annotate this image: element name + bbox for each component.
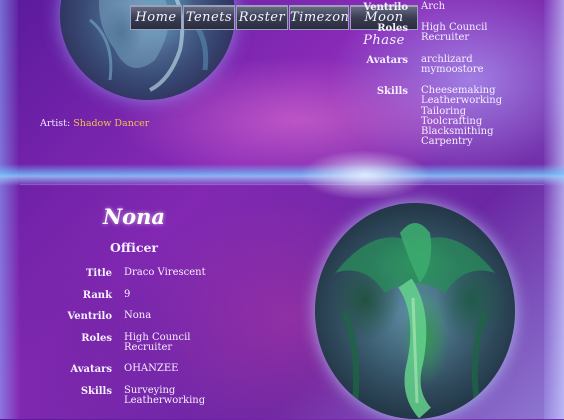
roles-label: Roles xyxy=(81,333,112,344)
title-value: Draco Virescent xyxy=(124,267,206,278)
divider-band xyxy=(0,164,564,186)
rank-label: Rank xyxy=(82,290,112,301)
nav-roster-button[interactable]: Roster xyxy=(236,5,288,30)
nav-timezones-button[interactable]: Timezones xyxy=(289,5,364,30)
skills-label: Skills xyxy=(80,386,112,397)
top-skills-value: Cheesemaking Leatherworking Tailoring To… xyxy=(421,85,502,148)
artist-label: Artist: xyxy=(40,118,71,129)
nav-home-button[interactable]: Home xyxy=(130,5,182,30)
top-roles-value: High Council Recruiter xyxy=(421,22,488,44)
title-label: Title xyxy=(85,268,112,279)
top-ventrilo-value: Arch xyxy=(421,1,446,12)
skill-item: Leatherworking xyxy=(124,395,206,407)
avatars-value: OHANZEE xyxy=(124,363,179,374)
ventrilo-label: Ventrilo xyxy=(67,311,112,322)
skills-value: Surveying Leatherworking xyxy=(124,385,206,407)
artist-credit: Artist: Shadow Dancer xyxy=(40,118,149,129)
top-role-item: Recruiter xyxy=(421,32,470,44)
rank-value: 9 xyxy=(124,289,131,300)
member-rank-title: Officer xyxy=(109,240,159,255)
top-ventrilo-label: Ventrilo xyxy=(363,2,408,13)
role-item: Recruiter xyxy=(124,342,173,354)
artist-name-link[interactable]: Shadow Dancer xyxy=(73,118,149,129)
avatars-label: Avatars xyxy=(70,364,112,375)
member-name: Nona xyxy=(102,204,166,229)
top-avatar-item: mymoostore xyxy=(421,64,484,76)
divider-glow xyxy=(300,150,430,200)
top-avatars-label: Avatars xyxy=(366,55,408,66)
roles-value: High Council Recruiter xyxy=(124,332,191,354)
nav-tenets-button[interactable]: Tenets xyxy=(183,5,235,30)
top-skills-label: Skills xyxy=(376,86,408,97)
top-avatars-value: archlizard mymoostore xyxy=(421,54,484,76)
decorative-frame-right xyxy=(544,0,564,419)
top-roles-label: Roles xyxy=(377,23,408,34)
top-skill-item: Carpentry xyxy=(421,136,473,148)
ventrilo-value: Nona xyxy=(124,310,152,321)
decorative-frame-left xyxy=(0,0,18,419)
green-dragon-art xyxy=(315,203,515,419)
